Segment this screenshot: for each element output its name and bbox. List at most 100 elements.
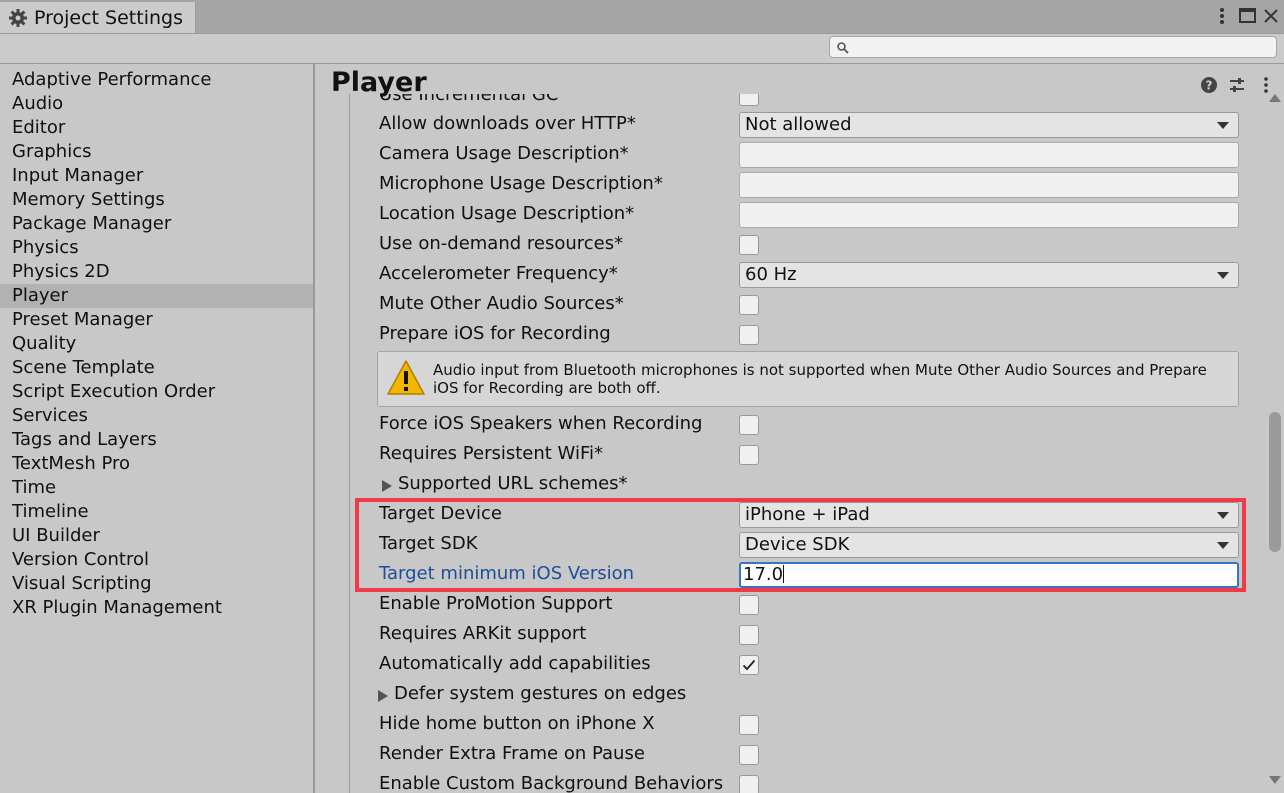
dropdown-value: iPhone + iPad — [745, 504, 870, 525]
tab-project-settings[interactable]: Project Settings — [0, 2, 196, 33]
field-value: 17.0 — [743, 564, 784, 585]
warning-icon — [387, 360, 425, 395]
help-icon[interactable]: ? — [1200, 76, 1218, 94]
accelerometer-frequency-dropdown[interactable]: 60 Hz — [739, 262, 1239, 288]
prepare-ios-recording-checkbox[interactable] — [739, 325, 759, 345]
setting-label: Target Device — [379, 503, 502, 524]
sidebar-item-editor[interactable]: Editor — [0, 116, 313, 140]
setting-label: Camera Usage Description* — [379, 143, 629, 164]
hide-home-button-checkbox[interactable] — [739, 715, 759, 735]
presets-icon[interactable] — [1228, 76, 1246, 94]
setting-label: Force iOS Speakers when Recording — [379, 413, 703, 434]
mute-other-audio-checkbox[interactable] — [739, 295, 759, 315]
window-titlebar: Project Settings — [0, 0, 1284, 34]
setting-row-on-demand-resources: Use on-demand resources* — [317, 230, 1267, 260]
setting-label: Location Usage Description* — [379, 203, 635, 224]
camera-usage-field[interactable] — [739, 142, 1239, 168]
setting-row-target-sdk: Target SDK Device SDK — [317, 530, 1267, 560]
sidebar-item-xr-plugin-management[interactable]: XR Plugin Management — [0, 596, 313, 620]
sidebar-item-time[interactable]: Time — [0, 476, 313, 500]
persistent-wifi-checkbox[interactable] — [739, 445, 759, 465]
chevron-down-icon — [1217, 542, 1229, 549]
sidebar-item-player[interactable]: Player — [0, 284, 313, 308]
foldout-defer-gestures[interactable]: Defer system gestures on edges — [317, 680, 1267, 710]
dropdown-value: 60 Hz — [745, 264, 797, 285]
sidebar-item-scene-template[interactable]: Scene Template — [0, 356, 313, 380]
scrollbar-thumb[interactable] — [1269, 412, 1281, 552]
custom-background-checkbox[interactable] — [739, 775, 759, 793]
arkit-checkbox[interactable] — [739, 625, 759, 645]
setting-label: Automatically add capabilities — [379, 653, 651, 674]
setting-row-force-speakers: Force iOS Speakers when Recording — [317, 410, 1267, 440]
setting-row-hide-home: Hide home button on iPhone X — [317, 710, 1267, 740]
setting-row-accelerometer: Accelerometer Frequency* 60 Hz — [317, 260, 1267, 290]
sidebar-item-graphics[interactable]: Graphics — [0, 140, 313, 164]
setting-row-allow-http: Allow downloads over HTTP* Not allowed — [317, 110, 1267, 140]
tab-title: Project Settings — [34, 7, 183, 29]
toolbar — [0, 34, 1284, 64]
setting-row-mute-audio: Mute Other Audio Sources* — [317, 290, 1267, 320]
sidebar-item-ui-builder[interactable]: UI Builder — [0, 524, 313, 548]
sidebar-item-physics[interactable]: Physics — [0, 236, 313, 260]
location-usage-field[interactable] — [739, 202, 1239, 228]
microphone-usage-field[interactable] — [739, 172, 1239, 198]
setting-label: Requires Persistent WiFi* — [379, 443, 603, 464]
chevron-down-icon — [1217, 272, 1229, 279]
scroll-up-arrow-icon[interactable] — [1269, 94, 1281, 102]
allow-http-dropdown[interactable]: Not allowed — [739, 112, 1239, 138]
foldout-url-schemes[interactable]: Supported URL schemes* — [317, 470, 1267, 500]
chevron-down-icon — [1217, 122, 1229, 129]
sidebar-item-textmesh-pro[interactable]: TextMesh Pro — [0, 452, 313, 476]
setting-row-location-usage: Location Usage Description* — [317, 200, 1267, 230]
foldout-label: Defer system gestures on edges — [394, 683, 687, 704]
checkmark-icon — [742, 659, 756, 671]
setting-label: Allow downloads over HTTP* — [379, 113, 636, 134]
gear-icon — [9, 9, 27, 27]
warning-help-box: Audio input from Bluetooth microphones i… — [377, 351, 1239, 407]
on-demand-resources-checkbox[interactable] — [739, 235, 759, 255]
promotion-checkbox[interactable] — [739, 595, 759, 615]
min-ios-version-field[interactable]: 17.0 — [739, 562, 1239, 588]
target-sdk-dropdown[interactable]: Device SDK — [739, 532, 1239, 558]
setting-label: Microphone Usage Description* — [379, 173, 663, 194]
extra-frame-checkbox[interactable] — [739, 745, 759, 765]
setting-row-min-ios-version: Target minimum iOS Version 17.0 — [317, 560, 1267, 590]
setting-row-promotion: Enable ProMotion Support — [317, 590, 1267, 620]
force-ios-speakers-checkbox[interactable] — [739, 415, 759, 435]
dropdown-value: Device SDK — [745, 534, 850, 555]
setting-row-custom-background: Enable Custom Background Behaviors — [317, 770, 1267, 793]
sidebar-item-services[interactable]: Services — [0, 404, 313, 428]
chevron-right-icon[interactable] — [382, 480, 392, 492]
more-vertical-icon[interactable] — [1257, 76, 1275, 94]
sidebar-item-audio[interactable]: Audio — [0, 92, 313, 116]
setting-label: Target SDK — [379, 533, 478, 554]
sidebar-item-memory-settings[interactable]: Memory Settings — [0, 188, 313, 212]
scroll-down-arrow-icon[interactable] — [1269, 776, 1281, 784]
sidebar-item-physics-2d[interactable]: Physics 2D — [0, 260, 313, 284]
sidebar-item-preset-manager[interactable]: Preset Manager — [0, 308, 313, 332]
sidebar-item-tags-and-layers[interactable]: Tags and Layers — [0, 428, 313, 452]
header-background — [317, 64, 1267, 94]
setting-label: Enable ProMotion Support — [379, 593, 613, 614]
sidebar-item-version-control[interactable]: Version Control — [0, 548, 313, 572]
vertical-scrollbar[interactable] — [1265, 94, 1284, 793]
sidebar-item-adaptive-performance[interactable]: Adaptive Performance — [0, 68, 313, 92]
sidebar-item-visual-scripting[interactable]: Visual Scripting — [0, 572, 313, 596]
chevron-right-icon[interactable] — [378, 690, 388, 702]
text-cursor — [783, 565, 785, 583]
settings-sidebar: Adaptive Performance Audio Editor Graphi… — [0, 64, 315, 793]
sidebar-item-script-execution-order[interactable]: Script Execution Order — [0, 380, 313, 404]
sidebar-item-timeline[interactable]: Timeline — [0, 500, 313, 524]
svg-text:?: ? — [1206, 79, 1213, 93]
auto-capabilities-checkbox[interactable] — [739, 655, 759, 675]
target-device-dropdown[interactable]: iPhone + iPad — [739, 502, 1239, 528]
sidebar-item-package-manager[interactable]: Package Manager — [0, 212, 313, 236]
sidebar-item-quality[interactable]: Quality — [0, 332, 313, 356]
window-controls — [1212, 5, 1278, 27]
close-icon[interactable] — [1262, 5, 1282, 27]
setting-row-arkit: Requires ARKit support — [317, 620, 1267, 650]
more-vertical-icon[interactable] — [1212, 5, 1232, 27]
search-input[interactable] — [829, 36, 1277, 58]
maximize-icon[interactable] — [1238, 5, 1258, 27]
sidebar-item-input-manager[interactable]: Input Manager — [0, 164, 313, 188]
